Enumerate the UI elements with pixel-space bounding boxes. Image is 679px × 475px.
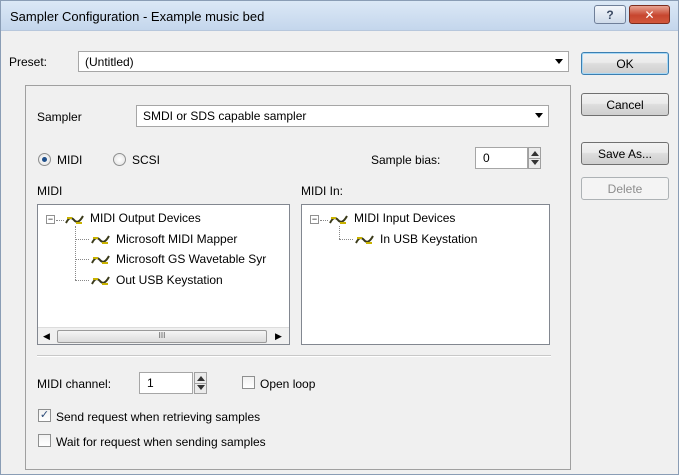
scroll-right-icon[interactable]: ▶ (275, 331, 282, 342)
send-request-checkbox[interactable]: ✓ (38, 409, 51, 422)
midi-connector-icon (65, 215, 84, 224)
sampler-configuration-dialog: Sampler Configuration - Example music be… (0, 0, 679, 475)
help-button[interactable]: ? (594, 5, 626, 24)
ok-button[interactable]: OK (581, 52, 669, 75)
scrollbar-thumb[interactable]: III (57, 330, 267, 343)
delete-button[interactable]: Delete (581, 177, 669, 200)
horizontal-scrollbar[interactable]: ◀ III ▶ (38, 327, 289, 344)
preset-label: Preset: (9, 55, 48, 69)
arrow-down-icon[interactable] (197, 385, 205, 390)
midi-connector-icon (329, 215, 348, 224)
midi-output-device[interactable]: Out USB Keystation (116, 273, 223, 287)
arrow-down-icon[interactable] (531, 160, 539, 165)
scroll-left-icon[interactable]: ◀ (43, 331, 50, 342)
wait-request-label: Wait for request when sending samples (56, 435, 266, 449)
midi-output-root[interactable]: MIDI Output Devices (90, 211, 201, 225)
arrow-up-icon[interactable] (531, 151, 539, 156)
sample-bias-label: Sample bias: (371, 153, 441, 167)
scsi-radio-label: SCSI (132, 153, 161, 167)
midi-output-device[interactable]: Microsoft MIDI Mapper (116, 232, 237, 246)
midi-connector-icon (91, 235, 110, 244)
preset-value: (Untitled) (85, 54, 134, 69)
arrow-up-icon[interactable] (197, 376, 205, 381)
scsi-radio[interactable] (113, 153, 126, 166)
midi-channel-spinner[interactable] (194, 372, 207, 394)
open-loop-checkbox[interactable] (242, 376, 255, 389)
midi-radio-label: MIDI (57, 153, 83, 167)
midi-input-root[interactable]: MIDI Input Devices (354, 211, 455, 225)
separator (37, 355, 551, 357)
sampler-label: Sampler (37, 110, 82, 124)
midi-output-label: MIDI (37, 184, 63, 198)
wait-request-checkbox[interactable] (38, 434, 51, 447)
close-button[interactable]: ✕ (629, 5, 670, 24)
midi-channel-input[interactable]: 1 (139, 372, 193, 394)
midi-connector-icon (91, 276, 110, 285)
send-request-label: Send request when retrieving samples (56, 410, 261, 424)
midi-channel-value: 1 (147, 376, 154, 390)
midi-connector-icon (91, 255, 110, 264)
midi-channel-label: MIDI channel: (37, 377, 112, 391)
midi-input-label: MIDI In: (301, 184, 344, 198)
sampler-dropdown[interactable]: SMDI or SDS capable sampler (136, 105, 549, 127)
sample-bias-spinner[interactable] (528, 147, 541, 169)
title-bar[interactable]: Sampler Configuration - Example music be… (1, 1, 678, 31)
chevron-down-icon (535, 113, 543, 118)
midi-input-device[interactable]: In USB Keystation (380, 232, 477, 246)
midi-output-device[interactable]: Microsoft GS Wavetable Syr (116, 252, 288, 266)
midi-output-tree[interactable]: − MIDI Output Devices Microsoft MIDI Map… (37, 204, 290, 345)
preset-dropdown[interactable]: (Untitled) (78, 51, 569, 72)
midi-radio[interactable] (38, 153, 51, 166)
midi-input-tree[interactable]: − MIDI Input Devices In USB Keystation (301, 204, 550, 345)
minus-expander-icon[interactable]: − (310, 215, 319, 224)
save-as-button[interactable]: Save As... (581, 142, 669, 165)
sample-bias-value: 0 (483, 151, 490, 165)
minus-expander-icon[interactable]: − (46, 215, 55, 224)
chevron-down-icon (555, 59, 563, 64)
window-title: Sampler Configuration - Example music be… (10, 9, 265, 24)
open-loop-label: Open loop (260, 377, 316, 391)
sample-bias-input[interactable]: 0 (475, 147, 528, 169)
midi-connector-icon (355, 235, 374, 244)
cancel-button[interactable]: Cancel (581, 93, 669, 116)
sampler-value: SMDI or SDS capable sampler (143, 109, 307, 123)
